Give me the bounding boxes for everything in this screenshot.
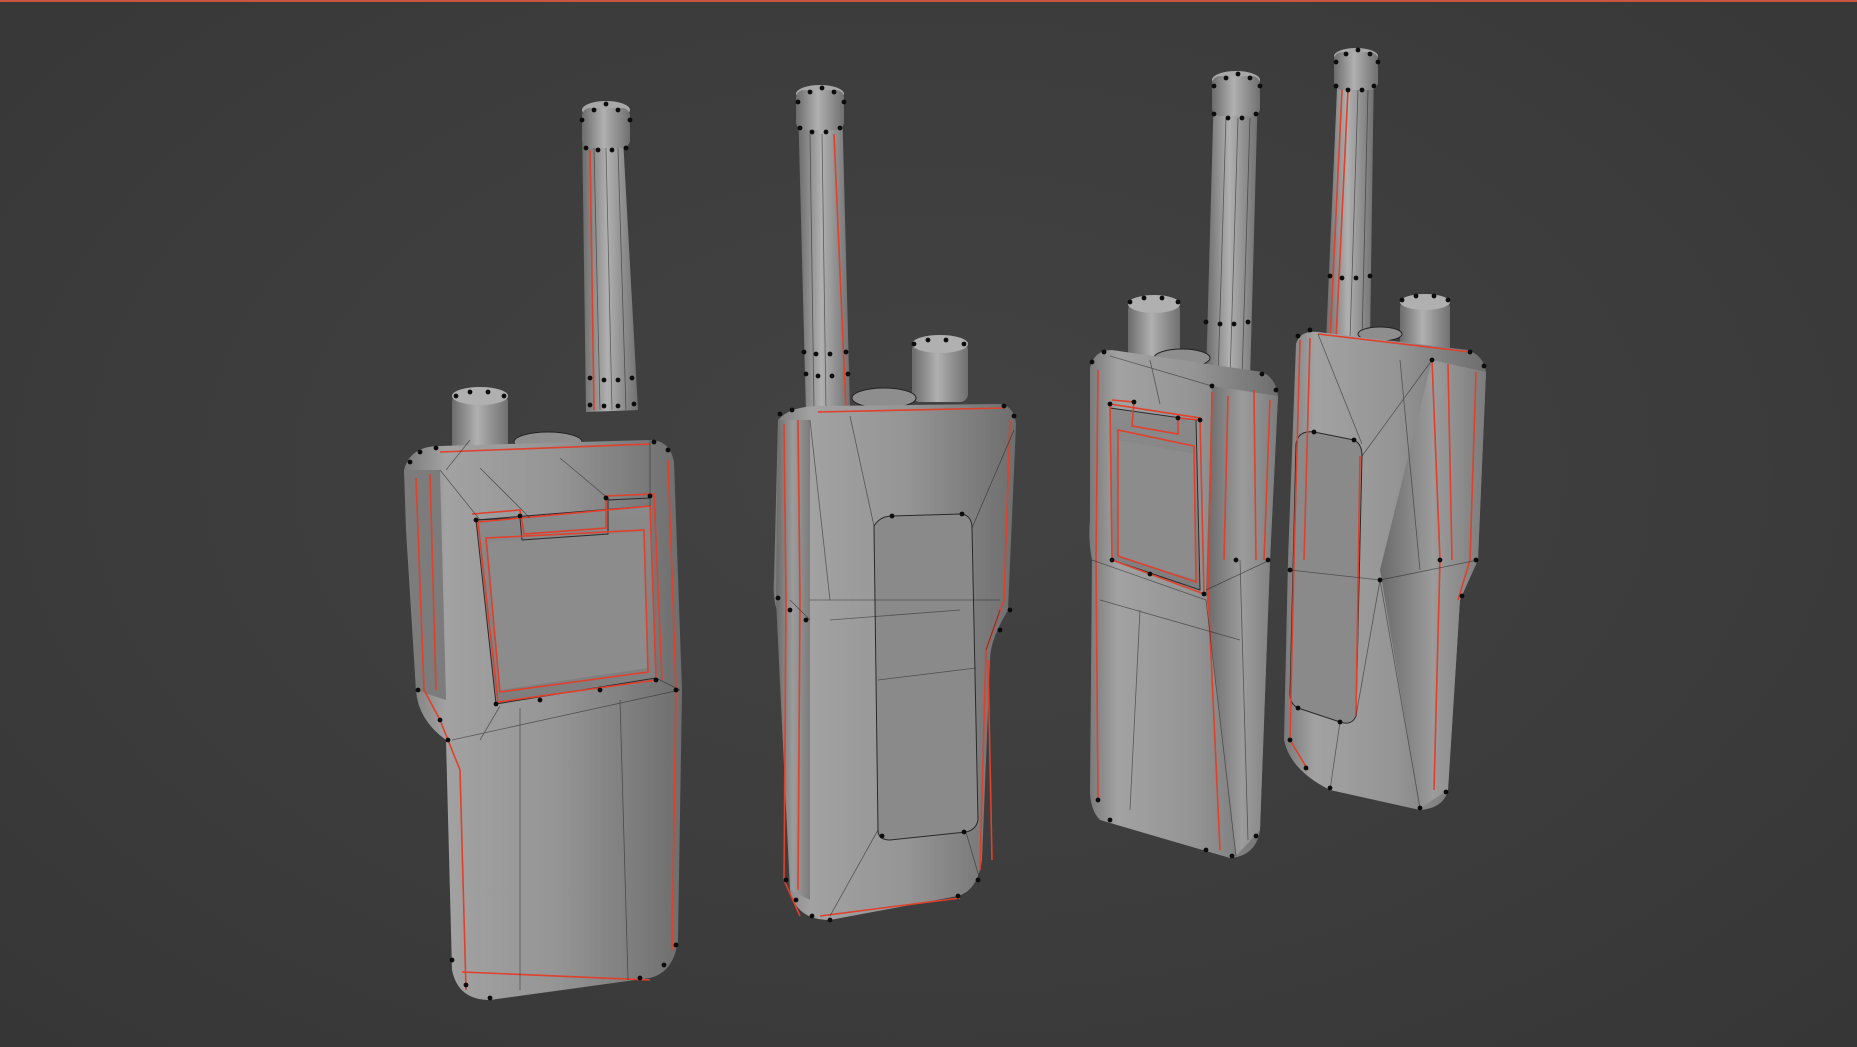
radio-back-center[interactable] bbox=[773, 85, 1017, 923]
belt-clip bbox=[1289, 431, 1363, 724]
radio-front-left[interactable] bbox=[404, 101, 682, 1001]
radio-back-right[interactable] bbox=[1284, 47, 1487, 811]
belt-clip bbox=[873, 513, 979, 841]
viewport-scene[interactable] bbox=[0, 0, 1857, 1047]
3d-viewport[interactable] bbox=[0, 0, 1857, 1047]
antenna bbox=[1206, 88, 1258, 380]
antenna bbox=[1326, 64, 1374, 342]
radio-front-right[interactable] bbox=[1089, 71, 1279, 859]
